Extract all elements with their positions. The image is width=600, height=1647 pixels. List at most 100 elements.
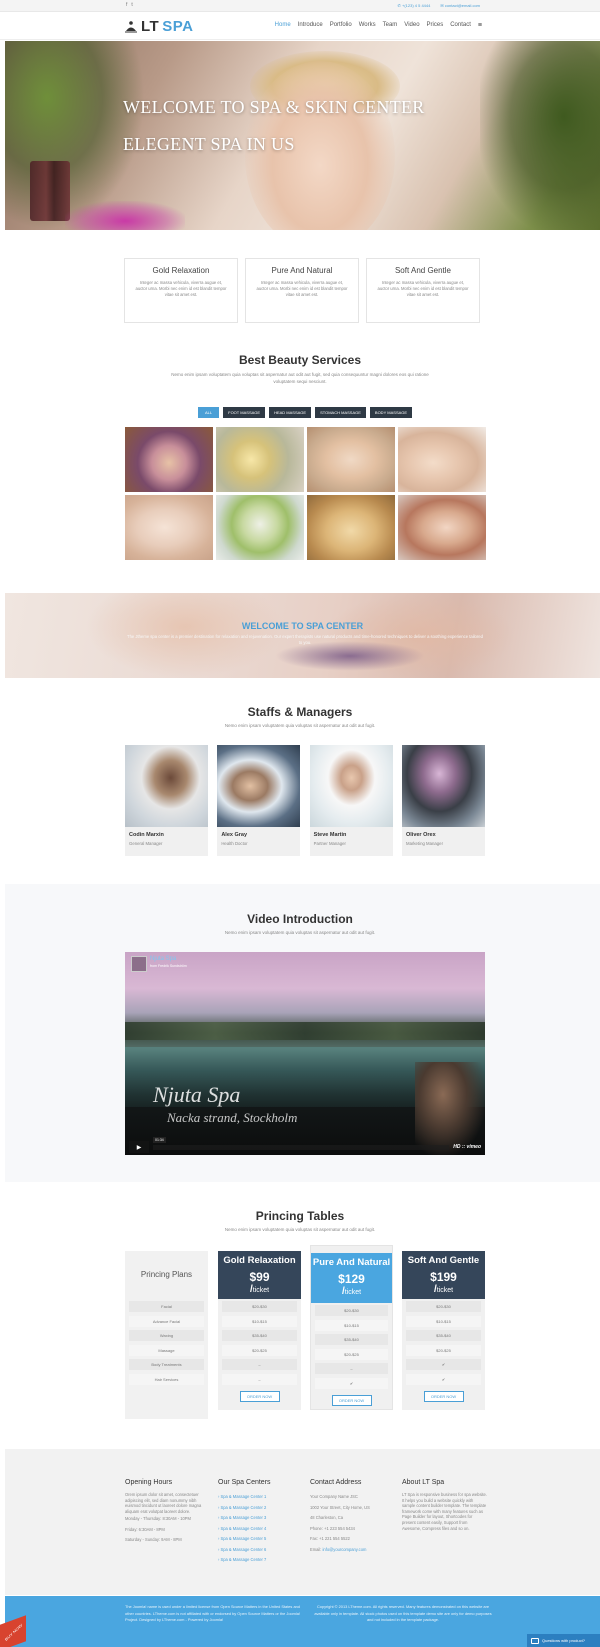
welcome-text: The Jtheme spa center is a premier desti… bbox=[127, 634, 483, 645]
contact-line: 1002 Your Street, City Home, US bbox=[310, 1504, 370, 1510]
menu-icon[interactable]: ≡ bbox=[478, 22, 482, 29]
spa-center-link[interactable]: › Spa & Massage Center 2 bbox=[218, 1503, 303, 1514]
gallery-item-feet-flowers[interactable] bbox=[125, 427, 213, 492]
filter-all[interactable]: ALL bbox=[198, 407, 220, 418]
spa-center-link[interactable]: › Spa & Massage Center 3 bbox=[218, 1513, 303, 1524]
buy-now-ribbon[interactable]: BUY NOW bbox=[0, 1615, 26, 1647]
gallery-item-face-massage[interactable] bbox=[398, 427, 486, 492]
email-link[interactable]: info@yourcompany.com bbox=[323, 1547, 367, 1552]
footer-opening-hours: Opening Hours Orem ipsum dolor sit amet,… bbox=[125, 1479, 210, 1546]
video-avatar[interactable] bbox=[131, 956, 147, 972]
feature-text: Integer ac massa vehicula, viverra augue… bbox=[256, 280, 348, 297]
footer-spa-centers: Our Spa Centers › Spa & Massage Center 1… bbox=[218, 1479, 303, 1566]
ribbon-text[interactable]: BUY NOW bbox=[4, 1623, 23, 1642]
staff-card[interactable]: Oliver Orex Marketing Manager bbox=[401, 745, 485, 856]
filter-foot-massage[interactable]: FOOT MASSAGE bbox=[223, 407, 266, 418]
nav-home[interactable]: Home bbox=[275, 22, 291, 29]
filter-head-massage[interactable]: HEAD MASSAGE bbox=[269, 407, 312, 418]
pricing-plans-labels: Princing Plans Facial Advance Facial Wax… bbox=[125, 1251, 208, 1419]
logo[interactable]: LT SPA bbox=[124, 18, 193, 35]
order-now-button[interactable]: ORDER NOW bbox=[423, 1390, 464, 1402]
link-text[interactable]: Spa & Massage Center 5 bbox=[221, 1536, 267, 1541]
filter-body-massage[interactable]: BODY MASSAGE bbox=[369, 407, 413, 418]
staff-card[interactable]: Alex Gray Health Doctor bbox=[217, 745, 301, 856]
price-cell: $10-$15 bbox=[315, 1319, 388, 1331]
spa-center-link[interactable]: › Spa & Massage Center 4 bbox=[218, 1524, 303, 1535]
nav-prices[interactable]: Prices bbox=[427, 22, 444, 29]
top-email[interactable]: ✉ contact@email.com bbox=[440, 3, 480, 8]
price-cell: $20-$25 bbox=[406, 1344, 481, 1356]
link-text[interactable]: Spa & Massage Center 3 bbox=[221, 1515, 267, 1520]
filter-stomach-massage[interactable]: STOMACH MASSAGE bbox=[315, 407, 366, 418]
footer-about-text: LT Spa is responsive business for spa we… bbox=[402, 1492, 487, 1531]
chat-label[interactable]: Questions with product? bbox=[542, 1638, 585, 1643]
social-links: f t bbox=[126, 2, 133, 8]
footer-heading: Contact Address bbox=[310, 1479, 362, 1486]
nav-works[interactable]: Works bbox=[359, 22, 376, 29]
video-clip-author[interactable]: from Fredrik Sundström bbox=[150, 964, 187, 968]
link-text[interactable]: Spa & Massage Center 7 bbox=[221, 1557, 267, 1562]
twitter-icon[interactable]: t bbox=[131, 2, 132, 8]
video-clip-title[interactable]: Njuta Spa bbox=[150, 956, 176, 962]
footer-heading: Our Spa Centers bbox=[218, 1479, 271, 1486]
price-cell: $20-$30 bbox=[222, 1301, 297, 1312]
plan-row-label: Hair Services bbox=[129, 1373, 204, 1385]
nav-contact[interactable]: Contact bbox=[450, 22, 471, 29]
spa-center-link[interactable]: › Spa & Massage Center 1 bbox=[218, 1492, 303, 1503]
gallery-item-candles-oils[interactable] bbox=[216, 427, 304, 492]
spa-center-link[interactable]: › Spa & Massage Center 6 bbox=[218, 1545, 303, 1556]
video-overlay-title: Njuta Spa bbox=[153, 1082, 241, 1107]
nav-introduce[interactable]: Introduce bbox=[298, 22, 323, 29]
staff-role: Partner Manager bbox=[313, 841, 346, 846]
portfolio-gallery bbox=[125, 427, 486, 560]
nav-team[interactable]: Team bbox=[383, 22, 398, 29]
feature-title: Gold Relaxation bbox=[152, 266, 210, 275]
email-text[interactable]: contact@email.com bbox=[445, 3, 480, 8]
contact-line: Fax: +1 221 554 5522 bbox=[310, 1536, 350, 1541]
vimeo-logo-icon[interactable]: HD :: vimeo bbox=[453, 1144, 481, 1150]
hours-line: Monday - Thursday: 8:30AM - 10PM bbox=[125, 1516, 191, 1522]
gallery-item-hands-skin[interactable] bbox=[125, 495, 213, 560]
footer-about: About LT Spa LT Spa is responsive busine… bbox=[402, 1479, 487, 1531]
footer-hours-text: Orem ipsum dolor sit amet, consectetuer … bbox=[125, 1492, 202, 1514]
staff-card[interactable]: Steve Martin Partner Manager bbox=[309, 745, 393, 856]
chat-widget[interactable]: Questions with product? bbox=[527, 1634, 600, 1647]
link-text[interactable]: Spa & Massage Center 2 bbox=[221, 1505, 267, 1510]
staff-name: Steve Martin bbox=[313, 832, 347, 838]
nav-video[interactable]: Video bbox=[404, 22, 419, 29]
plan-row-label: Advance Facial bbox=[129, 1315, 204, 1327]
price-plan-name: Soft And Gentle bbox=[407, 1255, 480, 1266]
spa-center-link[interactable]: › Spa & Massage Center 5 bbox=[218, 1534, 303, 1545]
price-cell: $35-$40 bbox=[406, 1330, 481, 1341]
staff-card[interactable]: Codin Marxin General Manager bbox=[125, 745, 208, 856]
plan-row-label: Waxing bbox=[129, 1330, 204, 1341]
play-icon[interactable]: ▶ bbox=[129, 1141, 149, 1153]
phone-text: +(123) 4 5 4444 bbox=[401, 3, 431, 8]
price-cell: – bbox=[315, 1363, 388, 1374]
gallery-item-cucumber-mask[interactable] bbox=[216, 495, 304, 560]
price-amount: $129 bbox=[338, 1272, 365, 1286]
nav-portfolio[interactable]: Portfolio bbox=[330, 22, 352, 29]
video-overlay-subtitle: Nacka strand, Stockholm bbox=[167, 1110, 298, 1125]
gallery-item-relaxing-woman[interactable] bbox=[398, 495, 486, 560]
price-cells: $20-$30 $10-$15 $35-$40 $20-$25 ✔ ✔ bbox=[402, 1299, 485, 1385]
price-plan-name: Pure And Natural bbox=[312, 1257, 391, 1268]
price-column-soft: Soft And Gentle $199 /ticket $20-$30 $10… bbox=[402, 1251, 485, 1410]
order-now-button[interactable]: ORDER NOW bbox=[331, 1394, 372, 1406]
staff-subtitle: Nemo enim ipsam voluptatem quia voluptas… bbox=[224, 723, 376, 728]
staff-role: Marketing Manager bbox=[405, 841, 444, 846]
page: f t ✆ +(123) 4 5 4444 ✉ contact@email.co… bbox=[0, 0, 600, 1647]
order-now-button[interactable]: ORDER NOW bbox=[239, 1390, 280, 1402]
gallery-item-back-massage[interactable] bbox=[307, 427, 395, 492]
link-text[interactable]: Spa & Massage Center 6 bbox=[221, 1547, 267, 1552]
footer-bottom-bar: The Joomla! name is used under a limited… bbox=[5, 1596, 600, 1647]
top-contact: ✆ +(123) 4 5 4444 ✉ contact@email.com bbox=[398, 3, 480, 8]
facebook-icon[interactable]: f bbox=[126, 2, 127, 8]
staff-photo bbox=[309, 745, 393, 827]
link-text[interactable]: Spa & Massage Center 4 bbox=[221, 1526, 267, 1531]
spa-center-link[interactable]: › Spa & Massage Center 7 bbox=[218, 1555, 303, 1566]
gallery-item-salt-scrub[interactable] bbox=[307, 495, 395, 560]
link-text[interactable]: Spa & Massage Center 1 bbox=[221, 1494, 267, 1499]
video-progress-bar[interactable]: 01:34 bbox=[153, 1136, 450, 1150]
video-player[interactable]: Njuta Spa from Fredrik Sundström Njuta S… bbox=[125, 952, 485, 1155]
